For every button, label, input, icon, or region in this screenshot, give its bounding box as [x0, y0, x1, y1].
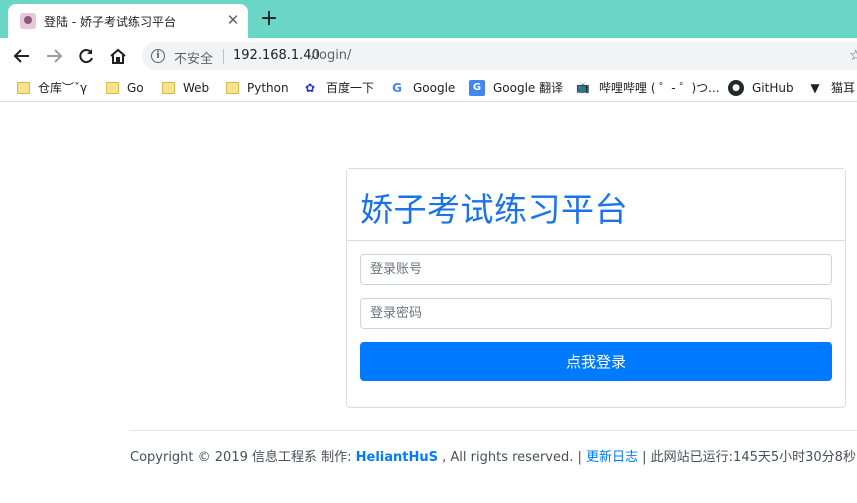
url-path: /login/ — [311, 48, 352, 63]
address-bar[interactable]: i 不安全 192.168.1.40 /login/ — [142, 42, 857, 70]
changelog-link[interactable]: 更新日志 — [586, 450, 638, 465]
bookmark-star-icon[interactable]: ☆ — [849, 46, 857, 64]
bookmark-label: Google 翻译 — [493, 81, 564, 95]
browser-toolbar: i 不安全 192.168.1.40 /login/ — [0, 38, 857, 74]
folder-icon — [106, 82, 119, 94]
security-status: 不安全 — [174, 52, 214, 67]
folder-icon — [162, 82, 175, 94]
footer-divider — [130, 430, 857, 431]
bookmark-label: Web — [183, 81, 210, 95]
google-g-icon: G — [392, 81, 402, 95]
arrow-right-icon — [47, 49, 63, 63]
folder-icon — [226, 82, 239, 94]
reload-button[interactable] — [74, 44, 98, 68]
forward-button[interactable] — [42, 44, 66, 68]
bookmarks-bar: 仓库︶ˇγ Go Web Python ✿ 百度一下 G Google G Go… — [0, 74, 857, 102]
username-input[interactable] — [360, 254, 832, 285]
bookmark-label: GitHub — [752, 81, 794, 95]
arrow-left-icon — [13, 49, 29, 63]
url-host: 192.168.1.40 — [233, 48, 320, 63]
bilibili-tv-icon: 📺 — [576, 81, 590, 94]
footer: Copyright © 2019 信息工程系 制作: HeliantHuS , … — [130, 446, 856, 465]
page-content: 娇子考试练习平台 点我登录 Copyright © 2019 信息工程系 制作:… — [0, 102, 857, 503]
new-tab-button[interactable]: + — [258, 8, 280, 30]
reload-icon — [79, 49, 93, 64]
info-icon[interactable]: i — [151, 49, 165, 63]
bookmark-label: 猫耳 — [831, 81, 856, 95]
login-card: 娇子考试练习平台 点我登录 — [346, 168, 846, 408]
footer-uptime: | 此网站已运行:145天5小时30分8秒 — [638, 450, 856, 465]
bookmark-label: Google — [413, 81, 456, 95]
browser-tab-active[interactable]: 登陆 - 娇子考试练习平台 ✕ — [8, 4, 248, 38]
bookmark-label: Python — [247, 81, 289, 95]
baidu-paw-icon: ✿ — [304, 81, 316, 95]
bookmark-label: 仓库︶ˇγ — [38, 81, 88, 95]
password-input[interactable] — [360, 298, 832, 329]
folder-icon — [17, 82, 30, 94]
anime-avatar-favicon-icon — [20, 13, 36, 29]
tab-title: 登陆 - 娇子考试练习平台 — [44, 15, 176, 29]
back-button[interactable] — [10, 44, 34, 68]
login-card-header: 娇子考试练习平台 — [347, 169, 845, 241]
bookmark-label: 哔哩哔哩 ( ゜- ゜)つ... — [599, 81, 720, 95]
google-translate-icon: G — [469, 80, 485, 96]
home-button[interactable] — [106, 44, 130, 68]
cat-icon: ▼ — [810, 81, 820, 95]
footer-copyright: Copyright © 2019 信息工程系 制作: — [130, 450, 356, 465]
omnibox-divider — [223, 49, 224, 64]
tab-close-icon[interactable]: ✕ — [223, 10, 243, 30]
platform-title: 娇子考试练习平台 — [360, 190, 628, 229]
author-link[interactable]: HeliantHuS — [356, 450, 438, 465]
bookmark-label: Go — [127, 81, 144, 95]
footer-rights: , All rights reserved. | — [438, 450, 587, 465]
bookmark-label: 百度一下 — [326, 81, 375, 95]
github-octocat-icon: ● — [728, 80, 744, 96]
login-button[interactable]: 点我登录 — [360, 342, 832, 381]
browser-tab-strip: 登陆 - 娇子考试练习平台 ✕ + — [0, 0, 857, 38]
home-icon — [110, 48, 126, 64]
